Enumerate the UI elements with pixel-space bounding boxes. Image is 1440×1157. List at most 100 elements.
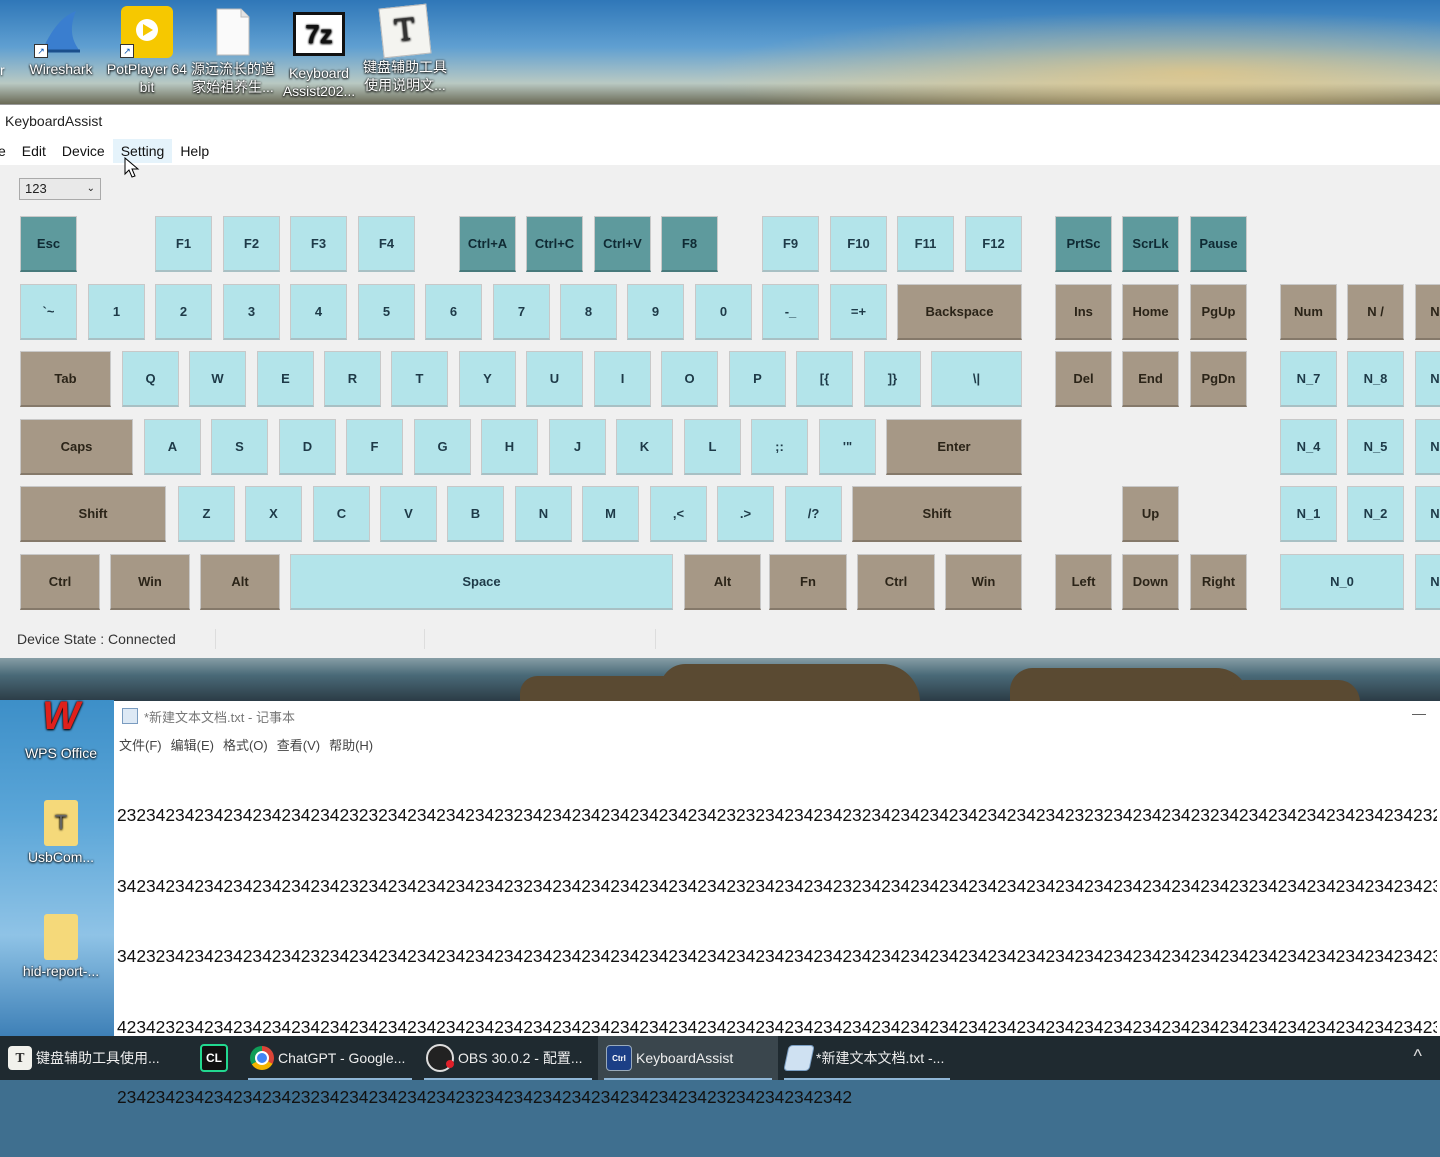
- key-0-1[interactable]: F1: [155, 216, 212, 272]
- key-1-19[interactable]: N: [1415, 284, 1440, 340]
- taskbar-item-obs[interactable]: OBS 30.0.2 - 配置...: [418, 1036, 598, 1080]
- key-0-5[interactable]: Ctrl+A: [459, 216, 516, 272]
- menu-view[interactable]: 查看(V): [274, 735, 326, 754]
- key-0-13[interactable]: PrtSc: [1055, 216, 1112, 272]
- key-3-3[interactable]: D: [279, 419, 336, 475]
- key-0-11[interactable]: F11: [897, 216, 954, 272]
- key-3-2[interactable]: S: [211, 419, 268, 475]
- key-3-4[interactable]: F: [346, 419, 403, 475]
- key-4-0[interactable]: Shift: [20, 486, 166, 542]
- key-3-12[interactable]: Enter: [886, 419, 1022, 475]
- key-4-10[interactable]: /?: [785, 486, 842, 542]
- key-3-7[interactable]: J: [549, 419, 606, 475]
- key-3-0[interactable]: Caps: [20, 419, 133, 475]
- key-2-14[interactable]: Del: [1055, 351, 1112, 407]
- key-0-10[interactable]: F10: [830, 216, 887, 272]
- key-0-3[interactable]: F3: [290, 216, 347, 272]
- key-4-7[interactable]: M: [582, 486, 639, 542]
- taskbar-item-instructions[interactable]: T 键盘辅助工具使用...: [0, 1036, 190, 1080]
- key-4-6[interactable]: N: [515, 486, 572, 542]
- taskbar-item-clion[interactable]: CL: [190, 1036, 242, 1080]
- key-1-16[interactable]: PgUp: [1190, 284, 1247, 340]
- key-2-4[interactable]: R: [324, 351, 381, 407]
- menu-help[interactable]: 帮助(H): [326, 735, 379, 754]
- key-4-15[interactable]: N: [1415, 486, 1440, 542]
- key-4-14[interactable]: N_2: [1347, 486, 1404, 542]
- key-1-9[interactable]: 9: [627, 284, 684, 340]
- key-4-12[interactable]: Up: [1122, 486, 1179, 542]
- menu-edit[interactable]: 编辑(E): [168, 735, 220, 754]
- key-5-11[interactable]: N_0: [1280, 554, 1404, 610]
- taskbar-item-notepad[interactable]: *新建文本文档.txt -...: [778, 1036, 956, 1080]
- key-2-18[interactable]: N_8: [1347, 351, 1404, 407]
- key-3-15[interactable]: N: [1415, 419, 1440, 475]
- menu-file[interactable]: 文件(F): [116, 735, 168, 754]
- key-5-1[interactable]: Win: [110, 554, 190, 610]
- desktop-icon-wps-office[interactable]: W WPS Office: [18, 690, 104, 762]
- key-2-12[interactable]: ]}: [864, 351, 921, 407]
- menu-edit[interactable]: Edit: [14, 139, 54, 163]
- key-3-11[interactable]: '": [819, 419, 876, 475]
- key-0-0[interactable]: Esc: [20, 216, 77, 272]
- key-1-1[interactable]: 1: [88, 284, 145, 340]
- menu-format[interactable]: 格式(O): [220, 735, 274, 754]
- key-4-4[interactable]: V: [380, 486, 437, 542]
- key-1-12[interactable]: =+: [830, 284, 887, 340]
- key-2-10[interactable]: P: [729, 351, 786, 407]
- key-1-7[interactable]: 7: [493, 284, 550, 340]
- key-1-3[interactable]: 3: [223, 284, 280, 340]
- key-4-9[interactable]: .>: [717, 486, 774, 542]
- key-1-10[interactable]: 0: [695, 284, 752, 340]
- key-2-8[interactable]: I: [594, 351, 651, 407]
- key-1-0[interactable]: `~: [20, 284, 77, 340]
- key-3-6[interactable]: H: [481, 419, 538, 475]
- key-2-9[interactable]: O: [661, 351, 718, 407]
- key-0-15[interactable]: Pause: [1190, 216, 1247, 272]
- desktop-icon-potplayer[interactable]: ↗ PotPlayer 64 bit: [104, 6, 190, 96]
- key-4-11[interactable]: Shift: [852, 486, 1022, 542]
- key-4-2[interactable]: X: [245, 486, 302, 542]
- key-1-11[interactable]: -_: [762, 284, 819, 340]
- window-titlebar[interactable]: KeyboardAssist: [0, 105, 1440, 137]
- key-4-3[interactable]: C: [313, 486, 370, 542]
- notepad-titlebar[interactable]: *新建文本文档.txt - 记事本 —: [114, 701, 1440, 731]
- key-3-9[interactable]: L: [684, 419, 741, 475]
- key-2-16[interactable]: PgDn: [1190, 351, 1247, 407]
- key-3-5[interactable]: G: [414, 419, 471, 475]
- key-0-14[interactable]: ScrLk: [1122, 216, 1179, 272]
- key-1-8[interactable]: 8: [560, 284, 617, 340]
- layout-select[interactable]: 123 ⌄: [19, 178, 101, 200]
- key-2-7[interactable]: U: [526, 351, 583, 407]
- key-5-0[interactable]: Ctrl: [20, 554, 100, 610]
- key-5-10[interactable]: Right: [1190, 554, 1247, 610]
- key-0-4[interactable]: F4: [358, 216, 415, 272]
- key-5-7[interactable]: Win: [945, 554, 1022, 610]
- menu-device[interactable]: Device: [54, 139, 113, 163]
- key-3-14[interactable]: N_5: [1347, 419, 1404, 475]
- notepad-text-area[interactable]: 2323423423423423423423423232342342342342…: [117, 757, 1437, 1157]
- key-2-11[interactable]: [{: [796, 351, 853, 407]
- key-0-6[interactable]: Ctrl+C: [526, 216, 583, 272]
- key-3-13[interactable]: N_4: [1280, 419, 1337, 475]
- key-5-9[interactable]: Down: [1122, 554, 1179, 610]
- key-5-4[interactable]: Alt: [684, 554, 761, 610]
- key-2-0[interactable]: Tab: [20, 351, 111, 407]
- key-0-7[interactable]: Ctrl+V: [594, 216, 651, 272]
- desktop-icon-usbcom-folder[interactable]: T UsbCom...: [18, 800, 104, 866]
- key-0-8[interactable]: F8: [661, 216, 718, 272]
- key-2-19[interactable]: N: [1415, 351, 1440, 407]
- key-1-4[interactable]: 4: [290, 284, 347, 340]
- key-1-15[interactable]: Home: [1122, 284, 1179, 340]
- desktop-icon-keyboard-assist-archive[interactable]: 7z Keyboard Assist202...: [276, 6, 362, 100]
- key-2-2[interactable]: W: [189, 351, 246, 407]
- key-5-3[interactable]: Space: [290, 554, 673, 610]
- minimize-button[interactable]: —: [1412, 705, 1426, 721]
- menu-help[interactable]: Help: [172, 139, 217, 163]
- key-4-13[interactable]: N_1: [1280, 486, 1337, 542]
- key-1-5[interactable]: 5: [358, 284, 415, 340]
- key-2-15[interactable]: End: [1122, 351, 1179, 407]
- key-5-12[interactable]: N: [1415, 554, 1440, 610]
- desktop-icon-document[interactable]: 源远流长的道 家始祖养生...: [190, 6, 276, 96]
- taskbar-item-chrome[interactable]: ChatGPT - Google...: [242, 1036, 418, 1080]
- key-2-17[interactable]: N_7: [1280, 351, 1337, 407]
